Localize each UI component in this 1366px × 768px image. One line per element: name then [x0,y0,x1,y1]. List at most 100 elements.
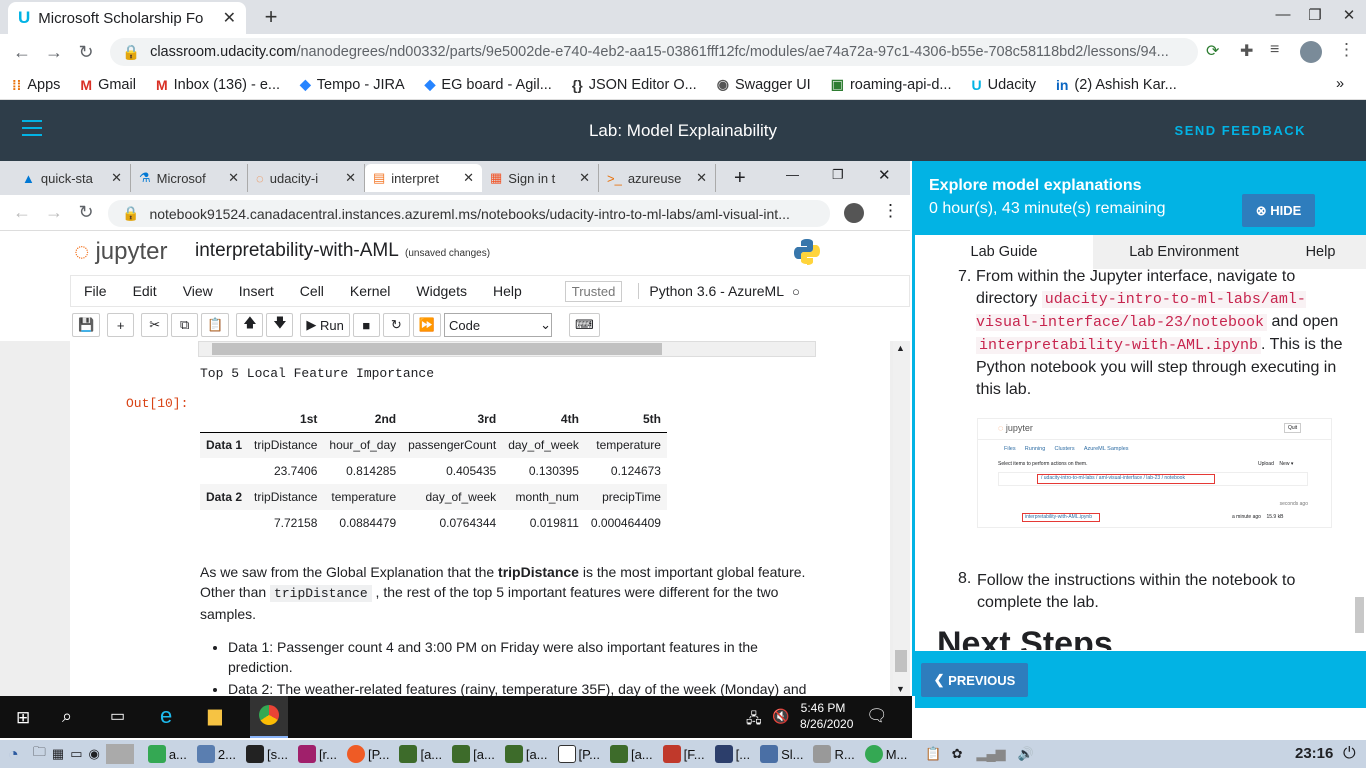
chrome-taskbar-button[interactable] [250,696,288,738]
maximize-icon[interactable]: ❐ [832,167,844,183]
bookmark-gmail[interactable]: M Gmail [80,77,136,93]
search-icon[interactable]: ⌕ [62,706,72,727]
menu-widgets[interactable]: Widgets [403,283,480,299]
bookmark-roaming[interactable]: ▣ roaming-api-d... [831,76,952,93]
forward-icon[interactable]: → [38,202,70,223]
close-icon[interactable]: ✕ [345,170,356,186]
task-item[interactable]: a... [147,745,187,763]
extension-icon[interactable]: ⟳ [1206,41,1219,61]
vertical-scrollbar[interactable]: ▲ ▼ [893,341,910,696]
app-icon[interactable] [105,744,134,764]
menu-kernel[interactable]: Kernel [337,283,403,299]
window-icon[interactable]: ▭ [70,746,82,762]
inner-tab[interactable]: ⚗ Microsof ✕ [131,164,248,192]
menu-view[interactable]: View [170,283,226,299]
horizontal-scrollbar-thumb[interactable] [212,343,662,355]
inner-tab[interactable]: >_ azureuse ✕ [599,164,716,192]
menu-edit[interactable]: Edit [120,283,170,299]
bookmark-apps[interactable]: ⁞⁞ Apps [12,77,60,93]
inner-tab-active[interactable]: ▤ interpret ✕ [365,164,482,192]
minimize-icon[interactable]: — [786,167,799,182]
task-item[interactable]: [a... [399,745,442,763]
signal-icon[interactable]: ▂▄▆ [976,746,1005,762]
panel-scrollbar-thumb[interactable] [1355,597,1364,633]
menu-cell[interactable]: Cell [287,283,337,299]
restart-run-all-button[interactable]: ⏩ [412,313,442,337]
send-feedback-button[interactable]: SEND FEEDBACK [1175,100,1306,161]
volume-icon[interactable]: 🔊 [1018,746,1034,762]
forward-icon[interactable]: → [38,42,70,63]
account-icon[interactable] [844,203,864,223]
paste-button[interactable]: 📋 [201,313,230,337]
tab-help[interactable]: Help [1275,235,1366,269]
task-item[interactable]: [P... [557,745,600,763]
inner-tab[interactable]: ▦ Sign in t ✕ [482,164,599,192]
vertical-scrollbar-thumb[interactable] [895,650,907,672]
bookmark-swagger[interactable]: ◉ Swagger UI [717,76,811,93]
browser-tab[interactable]: U Microsoft Scholarship Fo ✕ [8,2,246,34]
keyboard-button[interactable]: ⌨ [569,313,600,337]
task-view-icon[interactable]: ▭ [110,706,125,726]
restart-button[interactable]: ↻ [382,313,410,337]
volume-icon[interactable]: 🔇 [772,708,789,725]
chrome-icon[interactable]: ◉ [88,746,99,762]
more-icon[interactable]: ⋮ [1338,40,1355,60]
cut-button[interactable]: ✂ [141,313,169,337]
tab-lab-guide[interactable]: Lab Guide [915,235,1093,269]
add-cell-button[interactable]: + [107,313,135,337]
avatar[interactable] [1300,41,1322,63]
folder-icon[interactable]: ▆ [208,705,222,726]
task-item[interactable]: [r... [297,745,337,763]
clipboard-icon[interactable]: 📋 [925,746,941,762]
cell-type-select[interactable]: Code ⌄ [444,313,553,337]
edge-icon[interactable]: e [160,703,172,729]
close-window-icon[interactable]: ✕ [1334,6,1364,28]
maximize-icon[interactable]: ❐ [1300,6,1330,28]
power-icon[interactable]: ⏻ [1343,745,1356,763]
copy-button[interactable]: ⧉ [171,313,199,337]
app-icon[interactable]: ▦ [52,746,64,762]
move-down-button[interactable]: 🡇 [266,313,294,337]
menu-help[interactable]: Help [480,283,535,299]
new-tab-button[interactable]: + [734,167,746,190]
panel-scrollbar[interactable] [1353,270,1366,650]
bookmark-json-editor[interactable]: {} JSON Editor O... [572,77,697,93]
jupyter-logo[interactable]: ◌ jupyter [74,236,168,267]
bookmark-tempo[interactable]: ◆ Tempo - JIRA [300,76,405,93]
stop-button[interactable]: ■ [352,313,380,337]
close-icon[interactable]: ✕ [696,170,707,186]
network-icon[interactable]: 🖧 [746,708,762,732]
bug-icon[interactable]: ✿ [952,746,963,762]
bookmark-linkedin[interactable]: in (2) Ashish Kar... [1056,77,1177,93]
close-icon[interactable]: ✕ [228,170,239,186]
media-icon[interactable]: ≡ [1270,41,1279,59]
move-up-button[interactable]: 🡅 [236,313,264,337]
tab-lab-environment[interactable]: Lab Environment [1093,235,1275,269]
puzzle-icon[interactable]: ✚ [1240,41,1253,61]
notifications-icon[interactable]: 🗨 [866,706,888,726]
close-window-icon[interactable]: ✕ [878,166,891,184]
task-item[interactable]: [a... [504,745,548,763]
scroll-up-icon[interactable]: ▲ [896,343,905,353]
back-icon[interactable]: ← [6,42,38,63]
task-item[interactable]: [a... [452,745,495,763]
task-item[interactable]: 2... [196,745,236,763]
close-icon[interactable]: ✕ [463,170,474,186]
inner-tab[interactable]: ▲ quick-sta ✕ [14,164,131,192]
task-item[interactable]: [... [714,745,750,763]
trusted-badge[interactable]: Trusted [564,280,623,302]
more-icon[interactable]: ⋮ [882,201,899,221]
reload-icon[interactable]: ↻ [70,202,102,223]
bookmark-inbox[interactable]: M Inbox (136) - e... [156,77,280,93]
task-item[interactable]: R... [813,745,855,763]
notebook-name[interactable]: interpretability-with-AML [195,240,399,262]
new-tab-button[interactable]: + [258,4,284,30]
windows-start-icon[interactable]: ⊞ [16,708,30,728]
run-button[interactable]: ▶ Run [300,313,350,337]
bookmark-eg-board[interactable]: ◆ EG board - Agil... [425,76,552,93]
bookmark-udacity[interactable]: U Udacity [971,77,1035,93]
task-item[interactable]: Sl... [760,745,803,763]
close-icon[interactable]: ✕ [223,8,236,28]
close-icon[interactable]: ✕ [579,170,590,186]
files-icon[interactable]: 🗀 [33,743,46,765]
